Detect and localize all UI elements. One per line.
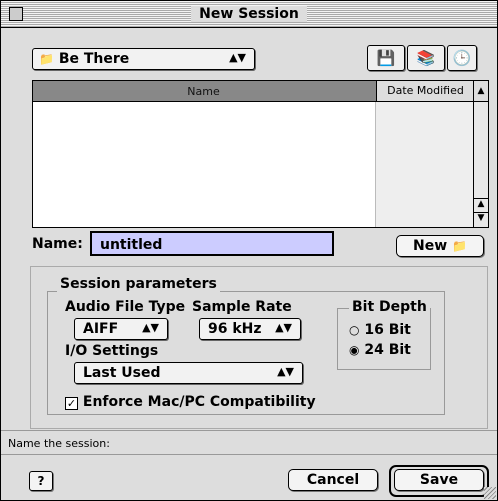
bit-depth-group xyxy=(337,308,431,370)
column-date-modified[interactable]: Date Modified xyxy=(376,81,474,101)
radio-empty-icon: ○ xyxy=(349,323,360,337)
new-folder-label: New xyxy=(413,238,448,254)
checkbox-checked-icon: ✓ xyxy=(65,397,78,410)
status-bar: Name the session: xyxy=(1,430,497,455)
new-folder-button[interactable]: New 📁 xyxy=(396,235,484,257)
io-settings-value: Last Used xyxy=(83,365,161,381)
cancel-button[interactable]: Cancel xyxy=(288,469,378,491)
sample-rate-label: Sample Rate xyxy=(192,299,292,315)
favorites-button[interactable]: 📚 xyxy=(407,45,445,71)
new-folder-icon: 📁 xyxy=(452,239,467,253)
help-icon: ? xyxy=(37,474,45,488)
resize-grip-icon[interactable] xyxy=(484,487,496,499)
session-parameters-title: Session parameters xyxy=(57,276,220,292)
io-settings-label: I/O Settings xyxy=(65,343,159,359)
file-list[interactable]: Name Date Modified ▲ ▲ ▼ xyxy=(32,80,489,228)
popup-arrows-icon: ▲▼ xyxy=(142,321,159,334)
bit-depth-16-radio[interactable]: ○ 16 Bit xyxy=(349,322,411,338)
name-label: Name: xyxy=(32,236,83,252)
io-settings-popup[interactable]: Last Used ▲▼ xyxy=(74,362,303,384)
popup-arrows-icon: ▲▼ xyxy=(277,365,294,378)
recent-button[interactable]: 🕒 xyxy=(447,45,477,71)
date-column-area xyxy=(375,102,474,227)
location-popup[interactable]: 📁 Be There ▲▼ xyxy=(32,48,255,70)
clock-icon: 🕒 xyxy=(452,49,472,67)
audio-file-type-label: Audio File Type xyxy=(65,299,186,315)
location-popup-label: Be There xyxy=(58,51,130,67)
bit-depth-title: Bit Depth xyxy=(349,299,430,315)
bit-depth-16-label: 16 Bit xyxy=(364,322,411,338)
enforce-compat-checkbox[interactable]: ✓ Enforce Mac/PC Compatibility xyxy=(65,394,316,410)
name-input[interactable]: untitled xyxy=(90,231,334,256)
enforce-compat-label: Enforce Mac/PC Compatibility xyxy=(82,394,316,410)
bit-depth-24-label: 24 Bit xyxy=(364,342,411,358)
audio-file-type-popup[interactable]: AIFF ▲▼ xyxy=(74,318,168,340)
help-button[interactable]: ? xyxy=(29,471,53,491)
status-text: Name the session: xyxy=(8,437,110,450)
sort-direction-icon[interactable]: ▲ xyxy=(474,81,488,102)
disk-icon: 💾 xyxy=(376,49,396,67)
shortcuts-button[interactable]: 💾 xyxy=(367,45,405,71)
window-title: New Session xyxy=(191,6,307,22)
folder-icon: 📁 xyxy=(39,52,54,66)
column-name[interactable]: Name xyxy=(33,85,374,98)
new-session-dialog: New Session 📁 Be There ▲▼ 💾 📚 🕒 Name Dat… xyxy=(0,0,498,501)
bit-depth-24-radio[interactable]: ◉ 24 Bit xyxy=(349,342,411,358)
favorites-icon: 📚 xyxy=(416,49,436,67)
save-button[interactable]: Save xyxy=(394,469,484,491)
radio-selected-icon: ◉ xyxy=(349,343,360,357)
popup-arrows-icon: ▲▼ xyxy=(229,51,246,64)
scroll-up-arrow-icon[interactable]: ▲ xyxy=(474,198,488,213)
audio-file-type-value: AIFF xyxy=(83,321,119,337)
popup-arrows-icon: ▲▼ xyxy=(275,321,292,334)
sample-rate-popup[interactable]: 96 kHz ▲▼ xyxy=(199,318,301,340)
title-bar[interactable]: New Session xyxy=(1,1,497,28)
scrollbar[interactable]: ▲ ▲ ▼ xyxy=(473,81,488,227)
file-list-header: Name Date Modified xyxy=(33,81,488,102)
sample-rate-value: 96 kHz xyxy=(208,321,262,337)
scroll-down-arrow-icon[interactable]: ▼ xyxy=(474,212,488,227)
